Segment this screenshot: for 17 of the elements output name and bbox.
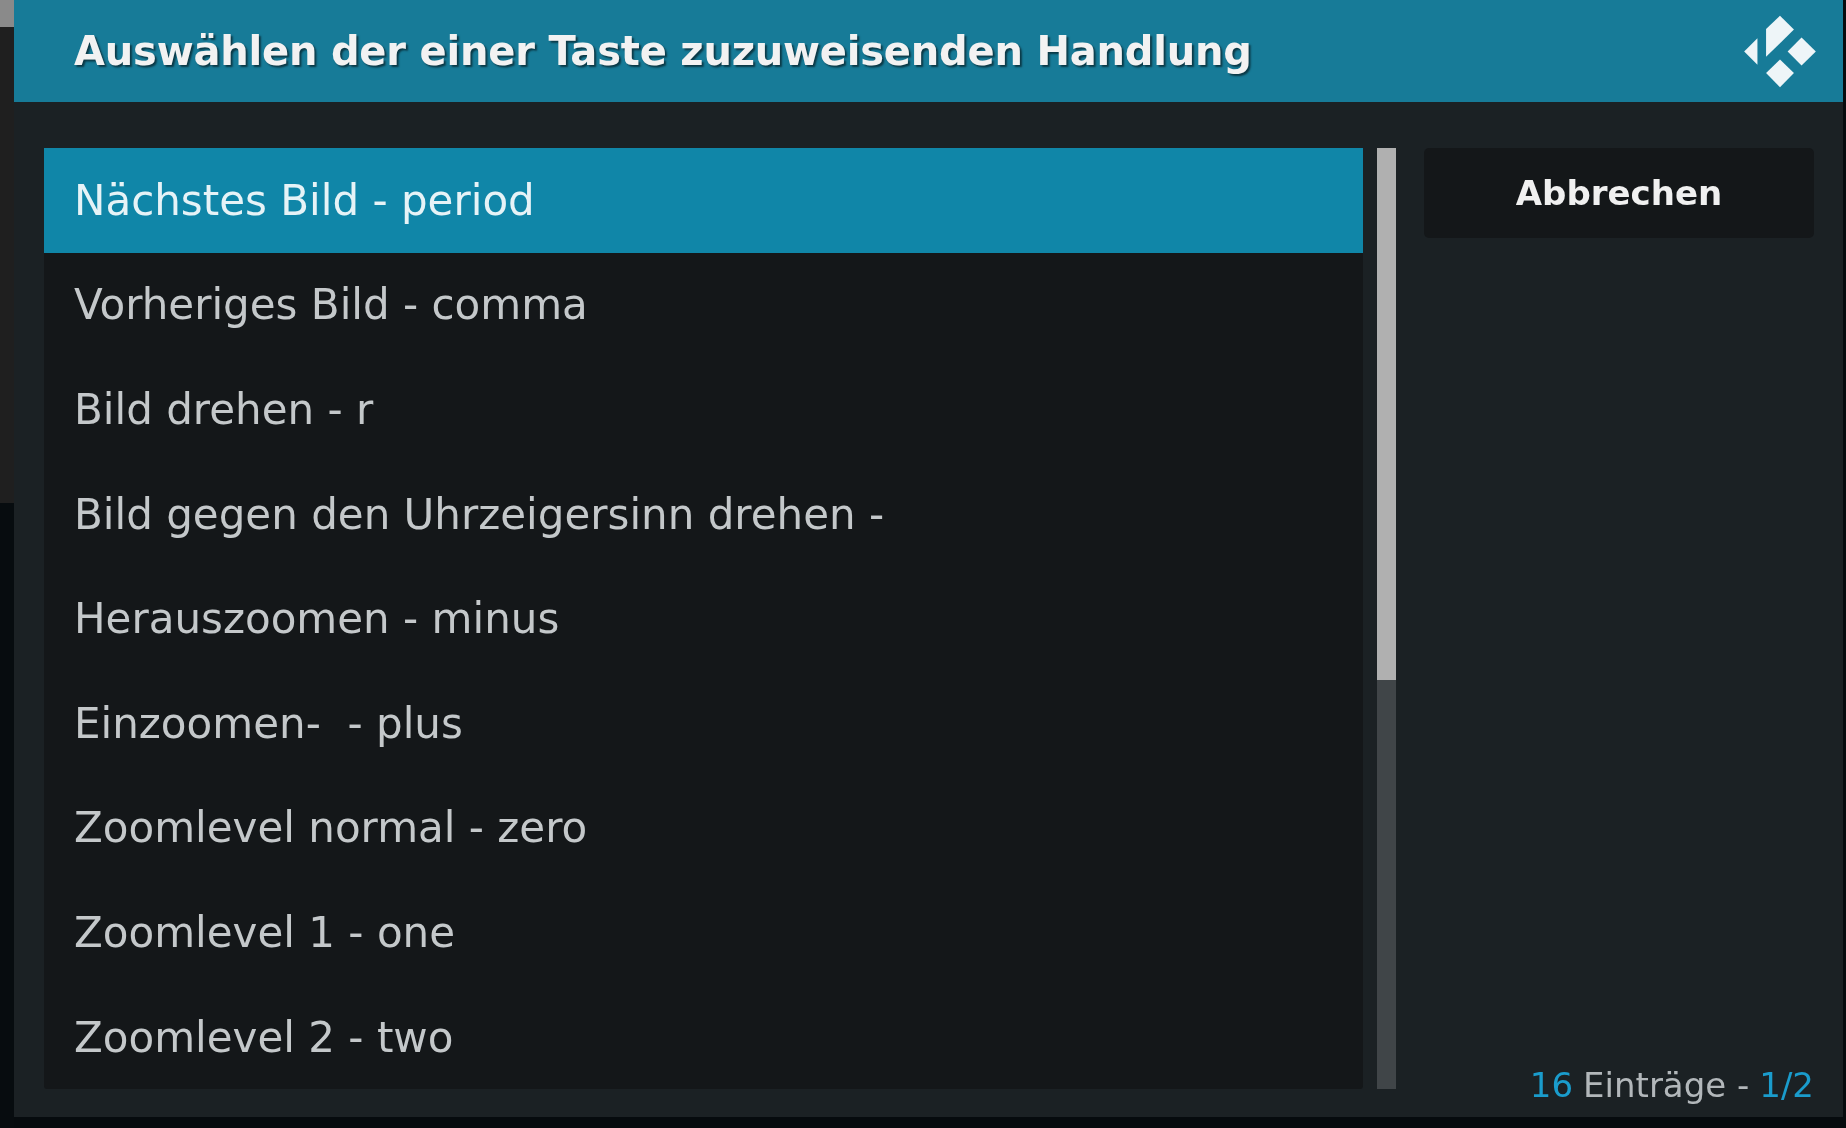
scrollbar-track[interactable]: [1377, 148, 1396, 1089]
dialog-title: Auswählen der einer Taste zuzuweisenden Handlung: [74, 28, 1252, 74]
action-list-item[interactable]: Vorheriges Bild - comma: [44, 252, 1363, 358]
scrollbar-thumb[interactable]: [1377, 148, 1396, 680]
action-list-item[interactable]: Einzoomen- - plus: [44, 670, 1363, 776]
action-list-item[interactable]: Bild drehen - r: [44, 357, 1363, 462]
action-list-item[interactable]: Nächstes Bild - period: [44, 148, 1363, 253]
page-indicator-text: 1/2: [1759, 1065, 1814, 1105]
diamond-logo-icon: [1743, 14, 1817, 88]
item-count-label: Einträge -: [1583, 1065, 1750, 1105]
cancel-button[interactable]: Abbrechen: [1424, 148, 1814, 238]
action-list-item[interactable]: Zoomlevel 1 - one: [44, 880, 1363, 985]
action-list-item[interactable]: Herauszoomen - minus: [44, 566, 1363, 671]
item-count-text: 16: [1529, 1065, 1574, 1105]
action-list-item[interactable]: Zoomlevel normal - zero: [44, 775, 1363, 881]
action-list-item[interactable]: Zoomlevel 2 - two: [44, 984, 1363, 1090]
action-list-item[interactable]: Bild gegen den Uhrzeigersinn drehen -: [44, 461, 1363, 567]
